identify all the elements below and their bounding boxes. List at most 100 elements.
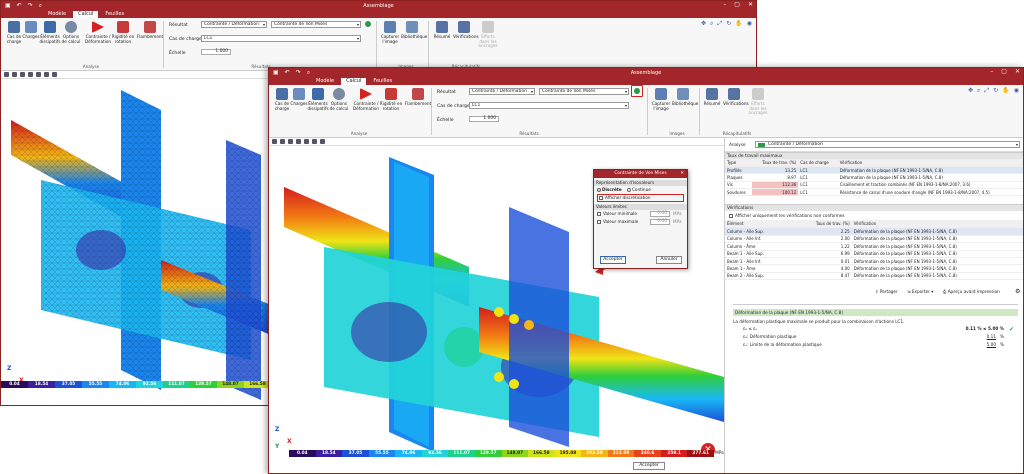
table-row[interactable]: Column - Aile Inf. 2.00 Déformation de la … — [725, 235, 1023, 244]
min-input[interactable]: 0.00 — [650, 211, 670, 217]
fit-icon[interactable]: ⤢ — [984, 87, 989, 95]
table-row[interactable]: Profilés 13.25 LC1 Déformation de la plaque… — [725, 166, 1023, 175]
hand-icon[interactable]: ✋ — [735, 20, 742, 28]
analysis-select[interactable]: Contrainte / Déformation — [755, 141, 1020, 148]
tab-sheets[interactable]: Feuilles — [100, 11, 129, 18]
close-icon[interactable]: ✕ — [748, 1, 753, 8]
layers-icon[interactable] — [312, 139, 317, 144]
redo-icon[interactable]: ↷ — [296, 69, 301, 77]
zoom-icon[interactable]: ⌕ — [977, 87, 980, 95]
eye-icon[interactable]: ◉ — [1014, 87, 1019, 95]
new-icon[interactable]: ▣ — [5, 2, 11, 10]
axes-icon[interactable] — [4, 72, 9, 77]
globe-icon[interactable] — [304, 139, 309, 144]
grid-icon[interactable] — [296, 139, 301, 144]
capture-image-button[interactable]: Capturer l'image — [379, 21, 401, 44]
minimize-icon[interactable]: – — [990, 68, 993, 75]
back-3d-view[interactable]: Z X Y — [1, 80, 271, 405]
result-select[interactable]: Contrainte / Déformation — [201, 21, 267, 28]
load-case-select[interactable]: LC1 — [469, 102, 629, 109]
zoom-icon[interactable]: ⌕ — [39, 2, 42, 10]
tab-calcul[interactable]: Calcul — [341, 78, 367, 85]
maximize-icon[interactable]: ▢ — [1001, 68, 1007, 75]
checks-button[interactable]: Vérifications — [723, 88, 749, 107]
table-row[interactable]: Column - Aile Sup. 2.25 Déformation de la … — [725, 227, 1023, 236]
dialog-accept-button[interactable]: Accepter — [600, 256, 626, 264]
grid-icon[interactable] — [28, 72, 33, 77]
dialog-close-icon[interactable]: ✕ — [680, 170, 684, 178]
undo-icon[interactable]: ↶ — [285, 69, 290, 77]
table-row[interactable]: Beam 2 - Aile Sup. 8.47 Déformation de la … — [725, 272, 1023, 281]
max-input[interactable]: 0.00 — [650, 219, 670, 225]
max-checkbox[interactable] — [597, 220, 601, 224]
rotation-stiffness-button[interactable]: Rigidité en rotation — [377, 88, 405, 111]
table-row[interactable]: Beam 1 - Aile Inf. 0.01 Déformation de la … — [725, 257, 1023, 266]
summary-button[interactable]: Résumé — [431, 21, 453, 40]
calc-options-button[interactable]: Options de calcul — [328, 88, 350, 111]
mesh-icon[interactable] — [288, 139, 293, 144]
table-row[interactable]: Beam 1 - Aile Sup. 6.99 Déformation de la … — [725, 250, 1023, 258]
rotate-icon[interactable]: ↻ — [993, 87, 998, 95]
print-preview-button[interactable]: ⎙ Aperçu avant impression — [943, 289, 1000, 294]
print-icon[interactable] — [320, 139, 325, 144]
export-button[interactable]: ⇲ Exporter ▾ — [907, 289, 933, 294]
settings-circle-icon[interactable] — [365, 21, 371, 27]
checks-button[interactable]: Vérifications — [453, 21, 479, 40]
capture-image-button[interactable]: Capturer l'image — [650, 88, 672, 111]
table-row[interactable]: Beam 1 - Âme 4.00 Déformation de la plaque… — [725, 264, 1023, 273]
summary-button[interactable]: Résumé — [701, 88, 723, 107]
buckling-button[interactable]: Flambement — [136, 21, 164, 40]
tab-sheets[interactable]: Feuilles — [368, 78, 397, 85]
print-icon[interactable] — [52, 72, 57, 77]
library-button[interactable]: Bibliothèque — [401, 21, 427, 40]
globe-icon[interactable] — [36, 72, 41, 77]
close-icon[interactable]: ✕ — [1015, 68, 1020, 75]
share-button[interactable]: ⇪ Partager — [875, 289, 898, 294]
zoom-icon[interactable]: ⌕ — [710, 20, 713, 28]
dialog-cancel-button[interactable]: Annuler — [656, 256, 682, 264]
discrete-radio[interactable]: Discrète — [597, 187, 622, 192]
fit-icon[interactable]: ⤢ — [717, 20, 722, 28]
show-mesh-checkbox[interactable] — [599, 196, 603, 200]
hand-icon[interactable]: ✋ — [1002, 87, 1009, 95]
undo-icon[interactable]: ↶ — [17, 2, 22, 10]
result-sub-select[interactable]: Contrainte de Von Mises — [539, 88, 629, 95]
library-button[interactable]: Bibliothèque — [672, 88, 698, 107]
show-mesh-row[interactable]: Afficher discrétisation — [597, 194, 684, 202]
calc-options-button[interactable]: Options de calcul — [60, 21, 82, 44]
redo-icon[interactable]: ↷ — [28, 2, 33, 10]
min-checkbox[interactable] — [597, 212, 601, 216]
buckling-button[interactable]: Flambement — [404, 88, 432, 107]
checks-filter-checkbox[interactable] — [729, 214, 733, 219]
tab-model[interactable]: Modèle — [311, 78, 339, 85]
axes-icon[interactable] — [272, 139, 277, 144]
gear-icon[interactable]: ⚙ — [1015, 288, 1020, 295]
render-icon[interactable] — [280, 139, 285, 144]
mesh-icon[interactable] — [20, 72, 25, 77]
zoom-icon[interactable]: ⌕ — [307, 69, 310, 77]
pan-icon[interactable]: ✥ — [968, 87, 973, 95]
maximize-icon[interactable]: ▢ — [734, 1, 740, 8]
tab-model[interactable]: Modèle — [43, 11, 71, 18]
rotation-stiffness-button[interactable]: Rigidité en rotation — [109, 21, 137, 44]
new-icon[interactable]: ▣ — [273, 69, 279, 77]
settings-circle-icon[interactable] — [634, 88, 640, 94]
render-icon[interactable] — [12, 72, 17, 77]
tab-calcul[interactable]: Calcul — [73, 11, 99, 18]
pan-icon[interactable]: ✥ — [701, 20, 706, 28]
scale-input[interactable]: 1.000 — [201, 49, 231, 55]
table-row[interactable]: Soudures 100.12 LC1 Résistance de calcul d'… — [725, 188, 1023, 197]
continuous-radio[interactable]: Continue — [626, 187, 651, 192]
rotate-icon[interactable]: ↻ — [726, 20, 731, 28]
table-row[interactable]: Column - Âme 1.22 Déformation de la plaque… — [725, 242, 1023, 251]
table-row[interactable]: Vis 112.36 LC1 Cisaillement et traction com… — [725, 181, 1023, 190]
layers-icon[interactable] — [44, 72, 49, 77]
load-case-select[interactable]: LC1 — [201, 35, 361, 42]
table-row[interactable]: Plaques 8.97 LC1 Déformation de la plaque (… — [725, 173, 1023, 182]
scale-input[interactable]: 1.000 — [469, 116, 499, 122]
accept-button[interactable]: Accepter — [633, 462, 665, 470]
dissipative-button[interactable]: Éléments dissipatifs — [307, 88, 329, 111]
result-select[interactable]: Contrainte / Déformation — [469, 88, 535, 95]
eye-icon[interactable]: ◉ — [747, 20, 752, 28]
minimize-icon[interactable]: – — [723, 1, 726, 8]
